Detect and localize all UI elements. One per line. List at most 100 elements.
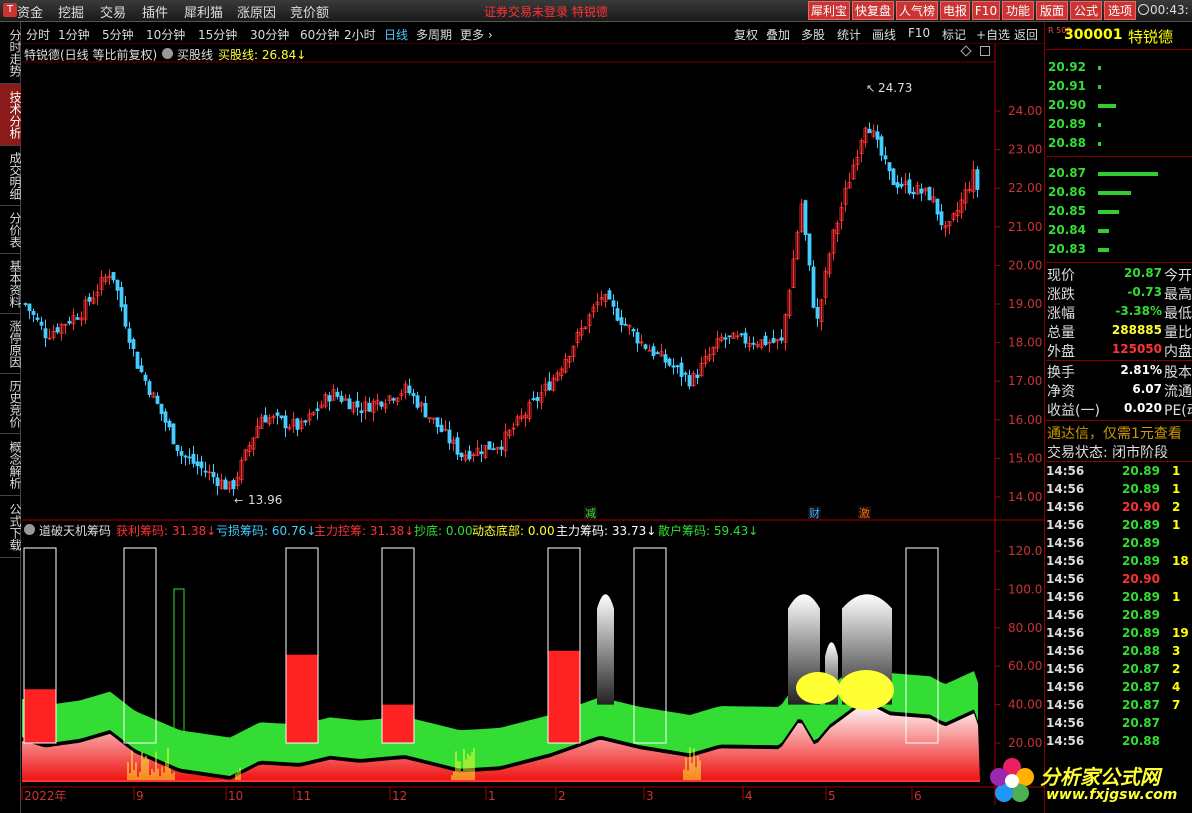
candle-body: [295, 418, 300, 430]
tick-time: 14:56: [1046, 662, 1085, 676]
formula-button[interactable]: 公式: [1070, 1, 1102, 20]
ad-banner[interactable]: 通达信，仅需1元查看: [1046, 422, 1192, 442]
ad-text: 通达信，仅需1元查看: [1047, 426, 1182, 442]
ask-level[interactable]: 20.89: [1046, 115, 1192, 134]
bid-price: 20.85: [1048, 204, 1086, 218]
quote-stat-row: 总量 288885 量比: [1046, 321, 1192, 341]
price-axis-label: 14.00: [1008, 490, 1042, 504]
tick-price: 20.87: [1122, 698, 1160, 712]
tick-time: 14:56: [1046, 482, 1085, 496]
candle-body: [43, 328, 48, 339]
stat-right-label: 最低: [1164, 306, 1192, 322]
candle-body: [159, 403, 164, 415]
tick-volume: 2: [1172, 662, 1181, 676]
stat-value: 125050: [1111, 342, 1162, 356]
bid-level[interactable]: 20.86: [1046, 183, 1192, 202]
time-axis-label: 10: [228, 789, 243, 803]
candle-body: [611, 300, 616, 307]
bid-volume-bar: [1098, 210, 1119, 214]
candle-body: [143, 374, 148, 381]
options-button[interactable]: 选项: [1104, 1, 1136, 20]
tick-volume: 1: [1172, 464, 1181, 478]
candle-body: [119, 287, 124, 308]
time-axis-label: 9: [136, 789, 144, 803]
candlesticks[interactable]: [23, 122, 980, 496]
time-axis-label: 12: [392, 789, 407, 803]
candle-body: [407, 385, 412, 394]
bid-level[interactable]: 20.85: [1046, 202, 1192, 221]
ask-price: 20.89: [1048, 117, 1086, 131]
candle-body: [339, 395, 344, 402]
tick-row: 14:56 20.89 19: [1046, 624, 1192, 642]
stat-label: 收益(一): [1047, 403, 1100, 419]
bid-price: 20.83: [1048, 242, 1086, 256]
bid-level[interactable]: 20.87: [1046, 164, 1192, 183]
tick-price: 20.88: [1122, 734, 1160, 748]
stock-name[interactable]: 特锐德: [1128, 26, 1173, 47]
bid-volume-bar: [1098, 248, 1109, 252]
ask-level[interactable]: 20.92: [1046, 58, 1192, 77]
candle-body: [115, 279, 120, 291]
candle-body: [491, 448, 496, 451]
candle-body: [743, 332, 748, 344]
stat-value: 2.81%: [1120, 363, 1162, 377]
chart-svg[interactable]: 24.00 23.00 22.00 21.00 20.00 19.00 18.00 17.00…: [0, 0, 1044, 813]
sub-axis-label: 100.0: [1008, 582, 1042, 596]
candle-body: [75, 317, 80, 320]
candle-body: [183, 455, 188, 458]
quote-stat-row: 净资 6.07 流通: [1046, 380, 1192, 400]
price-axis-label: 23.00: [1008, 143, 1042, 157]
candle-body: [879, 136, 884, 156]
stat-right-label: 最高: [1164, 287, 1192, 303]
candle-body: [171, 423, 176, 445]
stat-label: 换手: [1047, 365, 1075, 381]
candle-body: [751, 342, 756, 345]
candle-body: [683, 372, 688, 375]
candle-body: [139, 365, 144, 373]
bid-level[interactable]: 20.83: [1046, 240, 1192, 259]
candle-body: [875, 131, 880, 140]
stat-label: 涨跌: [1047, 287, 1075, 303]
time-axis-label: 1: [488, 789, 496, 803]
stock-code[interactable]: 300001: [1064, 27, 1122, 43]
stat-value: -0.73: [1127, 285, 1162, 299]
tick-volume: 2: [1172, 500, 1181, 514]
time-axis-label: 2022年: [24, 789, 67, 803]
candle-body: [223, 479, 228, 490]
stat-label: 现价: [1047, 268, 1075, 284]
candle-body: [123, 304, 128, 327]
candle-body: [439, 424, 444, 433]
candle-body: [411, 393, 416, 397]
candle-body: [675, 365, 680, 368]
candle-body: [55, 327, 60, 333]
candle-body: [415, 395, 420, 408]
tick-price: 20.88: [1122, 644, 1160, 658]
candle-body: [111, 272, 116, 281]
stat-value: -3.38%: [1115, 304, 1162, 318]
candle-body: [663, 354, 668, 363]
ask-level[interactable]: 20.91: [1046, 77, 1192, 96]
bid-level[interactable]: 20.84: [1046, 221, 1192, 240]
event-marker-2: 激: [859, 506, 870, 520]
ask-volume-bar: [1098, 104, 1116, 108]
candle-body: [435, 417, 440, 428]
candle-body: [199, 461, 204, 469]
candle-body: [935, 198, 940, 215]
candle-body: [807, 233, 812, 266]
book-divider-2: [1046, 262, 1192, 263]
candle-body: [667, 358, 672, 366]
tick-row: 14:56 20.87 7: [1046, 696, 1192, 714]
candle-body: [687, 374, 692, 387]
tick-price: 20.89: [1122, 554, 1160, 568]
candle-body: [275, 412, 280, 416]
ask-level[interactable]: 20.90: [1046, 96, 1192, 115]
tick-price: 20.87: [1122, 662, 1160, 676]
candle-body: [739, 333, 744, 336]
candle-body: [887, 162, 892, 172]
tick-row: 14:56 20.89 1: [1046, 588, 1192, 606]
tick-time: 14:56: [1046, 590, 1085, 604]
candle-body: [531, 398, 536, 400]
flower-logo-icon: [990, 758, 1034, 802]
watermark-url: www.fxjgsw.com: [1046, 787, 1178, 803]
ask-level[interactable]: 20.88: [1046, 134, 1192, 153]
